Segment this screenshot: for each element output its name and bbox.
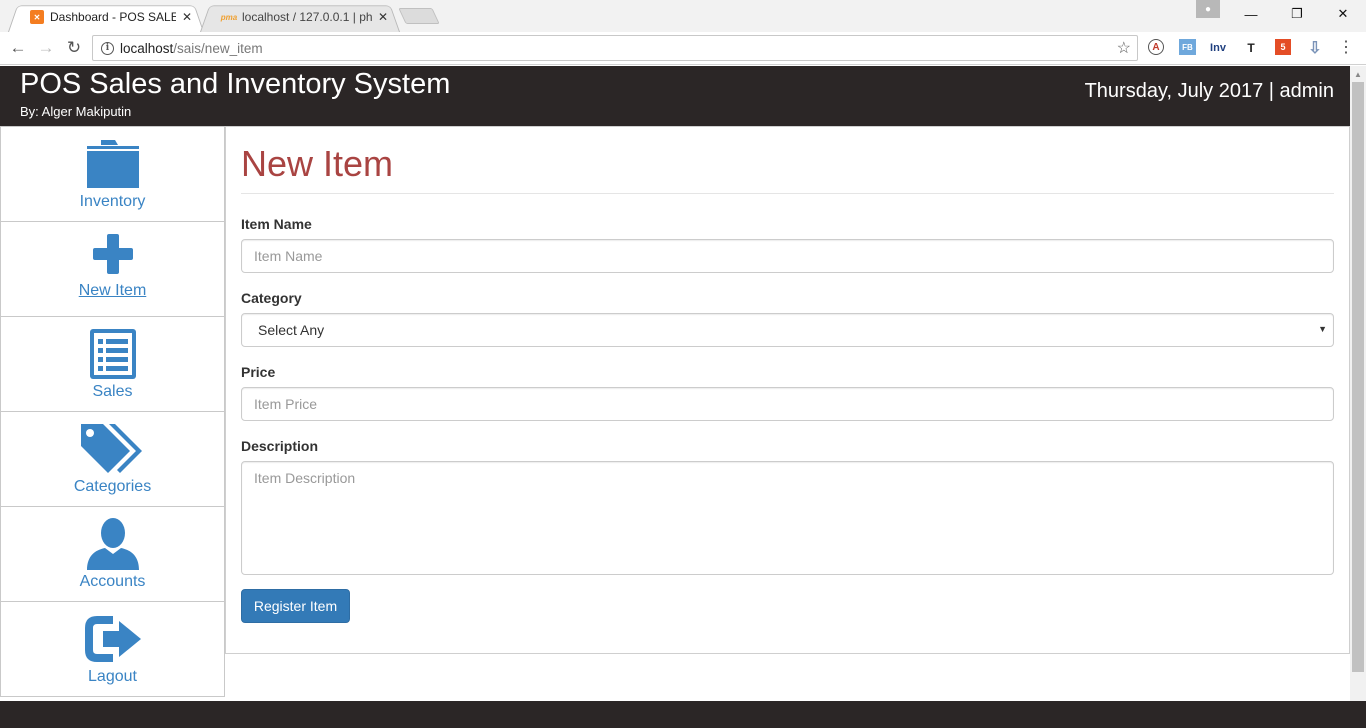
- info-icon[interactable]: i: [101, 41, 114, 55]
- scroll-up-icon[interactable]: ▲: [1354, 70, 1362, 79]
- tab-title: localhost / 127.0.0.1 | php: [242, 10, 372, 24]
- extension-html5-icon[interactable]: 5: [1275, 39, 1291, 55]
- sidebar-item-label: Inventory: [79, 193, 146, 210]
- sidebar-item-inventory[interactable]: Inventory: [0, 126, 225, 222]
- plus-icon: [92, 230, 133, 278]
- new-tab-button[interactable]: [398, 8, 440, 24]
- browser-menu-icon[interactable]: ⋮: [1338, 40, 1354, 56]
- tab-phpmyadmin[interactable]: pma localhost / 127.0.0.1 | php ✕: [200, 2, 400, 32]
- extension-inv-icon[interactable]: Inv: [1208, 38, 1228, 58]
- category-label: Category: [241, 290, 302, 306]
- app-subtitle: By: Alger Makiputin: [20, 104, 132, 119]
- dropdown-arrow-icon: ▼: [1318, 324, 1327, 334]
- browser-toolbar: ← → ↻ i localhost/sais/new_item ☆ A FB I…: [0, 32, 1366, 65]
- description-textarea[interactable]: [241, 461, 1334, 575]
- reload-icon[interactable]: ↻: [62, 36, 86, 60]
- tab-close-icon[interactable]: ✕: [376, 10, 390, 24]
- maximize-button[interactable]: ❐: [1274, 0, 1320, 28]
- extension-t-icon[interactable]: T: [1241, 38, 1261, 58]
- title-divider: [241, 193, 1334, 194]
- extension-fb-icon[interactable]: FB: [1179, 39, 1196, 55]
- tab-dashboard[interactable]: ✕ Dashboard - POS SALES ✕: [8, 2, 204, 32]
- scrollbar-thumb[interactable]: [1352, 82, 1364, 672]
- tags-icon: [80, 424, 145, 474]
- bookmark-star-icon[interactable]: ☆: [1117, 38, 1131, 58]
- page-title: New Item: [241, 143, 394, 184]
- extension-a-icon[interactable]: A: [1148, 39, 1164, 55]
- sidebar-item-accounts[interactable]: Accounts: [0, 507, 225, 602]
- category-select[interactable]: Select Any ▼: [241, 313, 1334, 347]
- list-icon: [89, 329, 136, 379]
- sidebar-item-categories[interactable]: Categories: [0, 412, 225, 507]
- logout-icon: [84, 614, 141, 664]
- page-scrollbar[interactable]: ▲: [1350, 66, 1366, 701]
- sidebar-item-label: Accounts: [79, 573, 146, 590]
- box-icon: [86, 139, 139, 189]
- category-selected-value: Select Any: [258, 322, 325, 338]
- price-label: Price: [241, 364, 276, 380]
- sidebar-item-label: Categories: [73, 478, 152, 495]
- tab-title: Dashboard - POS SALES: [50, 10, 176, 24]
- url-host: localhost: [120, 40, 174, 56]
- footer-bar: [0, 701, 1366, 728]
- date-user-display: Thursday, July 2017 | admin: [1084, 80, 1334, 102]
- address-bar[interactable]: i localhost/sais/new_item ☆: [92, 35, 1138, 61]
- app-header: POS Sales and Inventory System By: Alger…: [0, 66, 1350, 126]
- sidebar-item-label: Sales: [92, 383, 133, 400]
- forward-icon[interactable]: →: [34, 36, 58, 60]
- app-title: POS Sales and Inventory System: [20, 68, 451, 100]
- user-icon: [86, 518, 139, 570]
- sidebar-item-label: New Item: [78, 282, 147, 299]
- register-item-button[interactable]: Register Item: [241, 589, 350, 623]
- browser-tab-bar: ✕ Dashboard - POS SALES ✕ pma localhost …: [0, 0, 1366, 32]
- sidebar-item-sales[interactable]: Sales: [0, 317, 225, 412]
- minimize-button[interactable]: —: [1228, 0, 1274, 28]
- profile-icon[interactable]: ●: [1196, 0, 1220, 18]
- sidebar-item-logout[interactable]: Lagout: [0, 602, 225, 697]
- extension-download-icon[interactable]: ⇩: [1305, 38, 1325, 58]
- price-input[interactable]: [241, 387, 1334, 421]
- url-path: /sais/new_item: [173, 40, 263, 56]
- item-name-label: Item Name: [241, 216, 312, 232]
- tab-close-icon[interactable]: ✕: [180, 10, 194, 24]
- close-window-button[interactable]: ✕: [1320, 0, 1366, 28]
- description-label: Description: [241, 438, 319, 454]
- sidebar-item-label: Lagout: [88, 668, 137, 685]
- back-icon[interactable]: ←: [6, 36, 30, 60]
- sidebar-item-new-item[interactable]: New Item: [0, 222, 225, 317]
- xampp-favicon-icon: ✕: [30, 10, 44, 24]
- sidebar: Inventory New Item Sales Categories Acco…: [0, 126, 225, 697]
- main-content: New Item Item Name Category Select Any ▼…: [225, 126, 1350, 654]
- phpmyadmin-favicon-icon: pma: [220, 12, 238, 22]
- item-name-input[interactable]: [241, 239, 1334, 273]
